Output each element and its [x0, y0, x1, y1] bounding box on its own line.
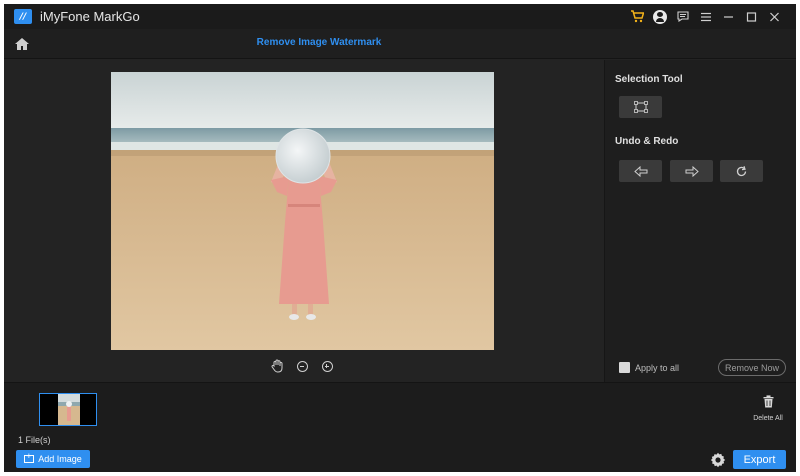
delete-all-label: Delete All — [753, 415, 783, 422]
file-count: 1 File(s) — [18, 435, 51, 445]
title-bar-controls — [625, 4, 786, 29]
feedback-icon[interactable] — [671, 4, 694, 29]
export-button[interactable]: Export — [733, 450, 786, 469]
add-image-icon — [24, 452, 35, 463]
undo-redo-title: Undo & Redo — [615, 136, 679, 147]
minimize-icon[interactable] — [717, 4, 740, 29]
redo-icon — [685, 165, 699, 177]
rectangle-select-icon — [633, 101, 648, 113]
apply-to-all-label: Apply to all — [635, 362, 680, 373]
zoom-out-icon[interactable] — [294, 358, 310, 374]
remove-now-button[interactable]: Remove Now — [718, 359, 786, 376]
delete-all-button[interactable]: Delete All — [750, 395, 786, 422]
settings-gear-icon[interactable] — [710, 452, 726, 468]
page-header: Remove Image Watermark — [4, 29, 796, 59]
app-window: // iMyFone MarkGo Remove Image Watermark… — [4, 4, 796, 472]
app-logo: // — [14, 9, 32, 24]
hand-icon[interactable] — [269, 358, 285, 374]
apply-to-all-checkbox[interactable] — [619, 362, 630, 373]
footer-bar: Add Image Export — [4, 448, 796, 472]
tools-panel: Selection Tool Undo & Redo Apply to all … — [604, 60, 796, 382]
zoom-toolbar — [269, 358, 335, 374]
refresh-icon — [736, 165, 747, 176]
close-icon[interactable] — [763, 4, 786, 29]
account-icon[interactable] — [648, 4, 671, 29]
page-title: Remove Image Watermark — [256, 37, 382, 48]
cart-icon[interactable] — [625, 4, 648, 29]
rectangle-selection-button[interactable] — [619, 96, 662, 118]
file-strip: 1 File(s) Delete All — [4, 382, 796, 448]
menu-icon[interactable] — [694, 4, 717, 29]
undo-icon — [633, 165, 647, 177]
image-thumbnail[interactable] — [39, 393, 97, 426]
apply-to-all-row[interactable]: Apply to all — [619, 362, 679, 373]
app-title: iMyFone MarkGo — [40, 9, 140, 24]
add-image-label: Add Image — [38, 454, 82, 464]
zoom-in-icon[interactable] — [319, 358, 335, 374]
title-bar: // iMyFone MarkGo — [4, 4, 796, 29]
undo-button[interactable] — [619, 160, 662, 182]
trash-icon — [763, 395, 773, 408]
maximize-icon[interactable] — [740, 4, 763, 29]
selection-tool-title: Selection Tool — [615, 74, 683, 85]
add-image-button[interactable]: Add Image — [16, 450, 90, 468]
editing-canvas — [4, 60, 604, 382]
redo-button[interactable] — [670, 160, 713, 182]
reset-button[interactable] — [720, 160, 763, 182]
preview-image[interactable] — [111, 72, 494, 350]
